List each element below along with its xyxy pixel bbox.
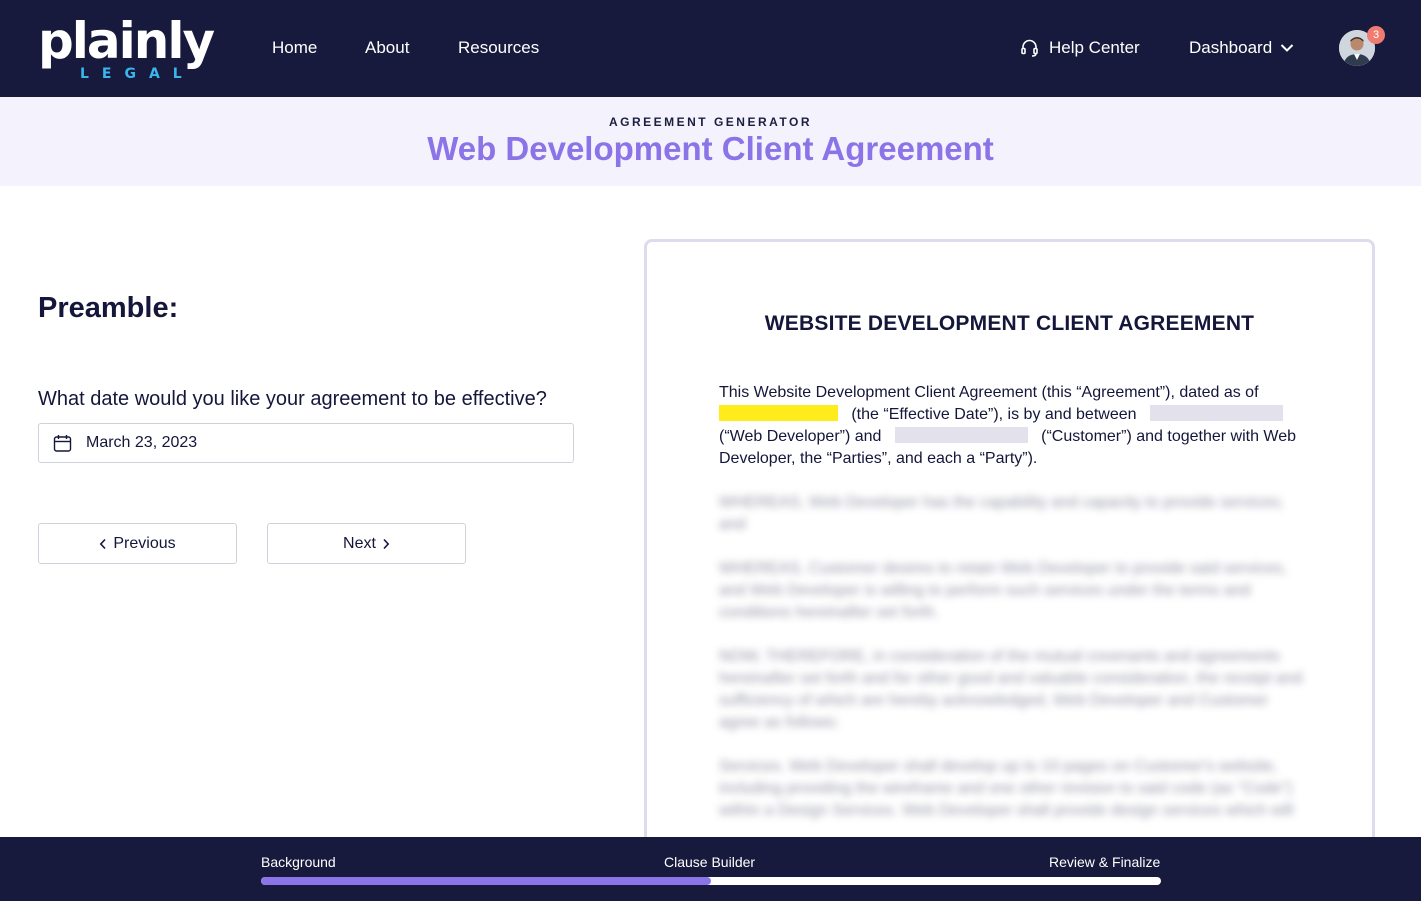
dashboard-label: Dashboard (1189, 38, 1273, 57)
blurred-clause-3: NOW, THEREFORE, in consideration of the … (719, 648, 1303, 731)
document-title: WEBSITE DEVELOPMENT CLIENT AGREEMENT (764, 312, 1255, 335)
progress-fill (261, 877, 711, 885)
top-navbar: plainly LEGAL Home About Resources Help … (0, 0, 1421, 97)
chevron-down-icon (1280, 44, 1294, 52)
page-kicker: AGREEMENT GENERATOR (608, 115, 813, 129)
preamble-text-2: (the “Effective Date”), is by and betwee… (851, 406, 1137, 423)
question-label: What date would you like your agreement … (38, 388, 547, 410)
effective-date-placeholder (719, 405, 838, 421)
blurred-clause-4: Services. Web Developer shall develop up… (719, 758, 1294, 819)
document-preamble: This Website Development Client Agreemen… (719, 382, 1299, 470)
calendar-icon (53, 434, 72, 452)
document-preview[interactable]: WEBSITE DEVELOPMENT CLIENT AGREEMENT Thi… (644, 239, 1375, 879)
step-clause-builder[interactable]: Clause Builder (664, 853, 755, 871)
notification-badge: 3 (1367, 26, 1385, 44)
section-title: Preamble: (38, 292, 179, 324)
next-label: Next (343, 534, 376, 552)
logo-subtitle: LEGAL (80, 66, 195, 82)
logo-wordmark: plainly (38, 12, 215, 70)
chevron-left-icon (100, 538, 106, 549)
effective-date-input[interactable] (86, 434, 486, 452)
page-header: AGREEMENT GENERATOR Web Development Clie… (0, 97, 1421, 186)
blurred-clause-2: WHEREAS, Customer desires to retain Web … (719, 560, 1287, 621)
help-center-label: Help Center (1049, 38, 1140, 57)
previous-button[interactable]: Previous (38, 523, 237, 564)
chevron-right-icon (383, 538, 390, 549)
step-review-finalize[interactable]: Review & Finalize (1049, 853, 1160, 871)
blurred-clause-1: WHEREAS, Web Developer has the capabilit… (719, 494, 1284, 533)
effective-date-field[interactable] (38, 423, 574, 463)
progress-track (261, 877, 1161, 885)
progress-footer: Background Clause Builder Review & Final… (0, 837, 1421, 901)
next-button[interactable]: Next (267, 523, 466, 564)
dashboard-dropdown[interactable]: Dashboard (1189, 37, 1294, 59)
previous-label: Previous (113, 534, 176, 552)
headset-icon (1021, 39, 1038, 57)
help-center-link[interactable]: Help Center (1020, 37, 1140, 59)
preamble-text-1: This Website Development Client Agreemen… (719, 384, 1259, 401)
customer-placeholder (894, 427, 1028, 443)
preamble-text-3: (“Web Developer”) and (719, 428, 882, 445)
nav-about-link[interactable]: About (365, 37, 409, 59)
plainly-legal-logo[interactable]: plainly LEGAL (38, 12, 215, 84)
step-background[interactable]: Background (261, 853, 336, 871)
nav-home-link[interactable]: Home (272, 37, 317, 59)
web-developer-placeholder (1149, 405, 1283, 421)
nav-resources-link[interactable]: Resources (458, 37, 539, 59)
page-title: Web Development Client Agreement (427, 130, 994, 167)
